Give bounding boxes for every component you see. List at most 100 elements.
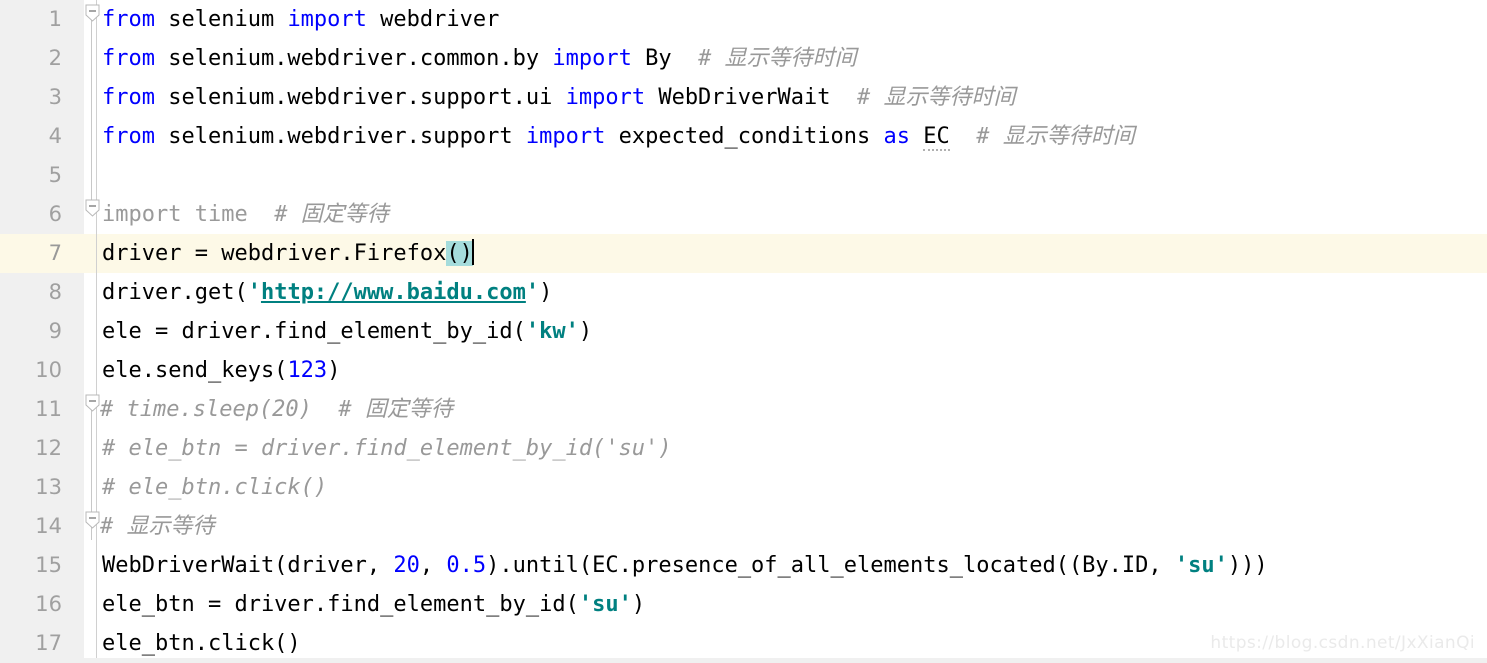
keyword-import: import <box>287 7 367 32</box>
number-literal-poll: 0.5 <box>446 553 487 578</box>
closing-parens: ))) <box>1227 553 1268 578</box>
line-number-current: 7 <box>48 241 62 265</box>
editor-row[interactable]: 2 from selenium.webdriver.common.by impo… <box>0 39 1487 78</box>
editor-row[interactable]: 10 ele.send_keys(123) <box>0 351 1487 390</box>
gutter-divider <box>96 0 97 663</box>
string-literal: 'kw' <box>525 319 579 344</box>
code-line-3[interactable]: from selenium.webdriver.support.ui impor… <box>102 78 1016 117</box>
alias-EC-unused-warning: EC <box>923 124 950 151</box>
fold-marker-line-1[interactable] <box>85 4 100 22</box>
call-expression: ele_btn = driver.find_element_by_id( <box>102 592 579 617</box>
keyword-import: import <box>525 124 606 149</box>
line-number: 11 <box>35 397 62 421</box>
separator: , <box>419 553 447 578</box>
line-number: 16 <box>35 592 62 616</box>
editor-row[interactable]: 15 WebDriverWait(driver, 20, 0.5).until(… <box>0 546 1487 585</box>
closing-paren: ) <box>631 592 646 617</box>
editor-row[interactable]: 12 # ele_btn = driver.find_element_by_id… <box>0 429 1487 468</box>
line-number: 3 <box>48 85 62 109</box>
code-line-4[interactable]: from selenium.webdriver.support import e… <box>102 117 1135 156</box>
module-path: selenium.webdriver.support.ui <box>154 85 566 110</box>
section-comment: # 显示等待 <box>100 514 215 539</box>
editor-row-current[interactable]: 7 driver = webdriver.Firefox() <box>0 234 1487 273</box>
editor-row[interactable]: 9 ele = driver.find_element_by_id('kw') <box>0 312 1487 351</box>
keyword-from: from <box>102 46 155 71</box>
editor-row[interactable]: 6 import time # 固定等待 <box>0 195 1487 234</box>
line-number: 10 <box>35 358 62 382</box>
line-number: 15 <box>35 553 62 577</box>
code-line-1[interactable]: from selenium import webdriver <box>102 0 499 39</box>
code-line-10[interactable]: ele.send_keys(123) <box>102 351 340 390</box>
editor-row[interactable]: 4 from selenium.webdriver.support import… <box>0 117 1487 156</box>
until-expression: ).until(EC.presence_of_all_elements_loca… <box>486 553 1175 578</box>
editor-row[interactable]: 5 <box>0 156 1487 195</box>
code-line-2[interactable]: from selenium.webdriver.common.by import… <box>102 39 857 78</box>
fold-collapse-icon <box>85 511 100 529</box>
assignment-expression: driver = webdriver.Firefox <box>102 241 447 266</box>
inline-comment: # 固定等待 <box>247 202 389 227</box>
line-number: 6 <box>48 202 62 226</box>
editor-row[interactable]: 8 driver.get('http://www.baidu.com') <box>0 273 1487 312</box>
line-number: 2 <box>48 46 62 70</box>
code-line-15[interactable]: WebDriverWait(driver, 20, 0.5).until(EC.… <box>102 546 1268 585</box>
editor-row[interactable]: 16 ele_btn = driver.find_element_by_id('… <box>0 585 1487 624</box>
number-literal: 123 <box>287 358 328 383</box>
url-hyperlink[interactable]: http://www.baidu.com <box>261 280 526 305</box>
module-path: selenium.webdriver.common.by <box>154 46 553 71</box>
fold-marker-line-6[interactable] <box>85 199 100 217</box>
code-line-13[interactable]: # ele_btn.click() <box>102 468 327 507</box>
code-line-14[interactable]: # 显示等待 <box>100 507 215 546</box>
line-number: 12 <box>35 436 62 460</box>
text-caret <box>471 239 474 265</box>
call-expression: ele_btn.click() <box>102 631 301 656</box>
number-literal-timeout: 20 <box>393 553 420 578</box>
fold-connector-line-top <box>91 14 92 206</box>
keyword-from: from <box>102 124 155 149</box>
fold-marker-line-11[interactable] <box>85 394 100 412</box>
inline-comment: # 显示等待时间 <box>830 85 1016 110</box>
code-line-12[interactable]: # ele_btn = driver.find_element_by_id('s… <box>102 429 672 468</box>
call-expression: WebDriverWait(driver, <box>102 553 394 578</box>
line-number: 5 <box>48 163 62 187</box>
module-path: selenium <box>154 7 288 32</box>
fold-marker-line-14[interactable] <box>85 511 100 529</box>
string-quote-open: ' <box>247 280 261 305</box>
call-expression: driver.get( <box>102 280 248 305</box>
code-line-9[interactable]: ele = driver.find_element_by_id('kw') <box>102 312 592 351</box>
line-number: 9 <box>48 319 62 343</box>
commented-out-code: # ele_btn = driver.find_element_by_id('s… <box>102 436 672 461</box>
code-line-8[interactable]: driver.get('http://www.baidu.com') <box>102 273 552 312</box>
editor-row[interactable]: 11 # time.sleep(20) # 固定等待 <box>0 390 1487 429</box>
editor-row[interactable]: 3 from selenium.webdriver.support.ui imp… <box>0 78 1487 117</box>
code-line-16[interactable]: ele_btn = driver.find_element_by_id('su'… <box>102 585 645 624</box>
imported-name: webdriver <box>366 7 500 32</box>
commented-out-code: # ele_btn.click() <box>102 475 328 500</box>
fold-collapse-icon <box>85 394 100 412</box>
keyword-from: from <box>102 85 155 110</box>
line-number: 8 <box>48 280 62 304</box>
commented-out-code: # time.sleep(20) # 固定等待 <box>100 397 453 422</box>
call-expression: ele.send_keys( <box>102 358 288 383</box>
closing-paren: ) <box>539 280 553 305</box>
keyword-from: from <box>102 7 155 32</box>
code-editor[interactable]: 1 from selenium import webdriver 2 from … <box>0 0 1487 663</box>
editor-row[interactable]: 14 # 显示等待 <box>0 507 1487 546</box>
closing-paren: ) <box>578 319 593 344</box>
keyword-as: as <box>883 124 911 149</box>
string-literal: 'su' <box>1174 553 1228 578</box>
editor-row[interactable]: 13 # ele_btn.click() <box>0 468 1487 507</box>
code-line-11[interactable]: # time.sleep(20) # 固定等待 <box>100 390 453 429</box>
unused-import-statement: import time <box>102 202 248 227</box>
module-path: selenium.webdriver.support <box>154 124 526 149</box>
code-line-7[interactable]: driver = webdriver.Firefox() <box>102 234 474 273</box>
fold-collapse-icon <box>85 199 100 217</box>
line-number: 4 <box>48 124 62 148</box>
matching-bracket-highlight: () <box>446 241 473 266</box>
line-number: 1 <box>48 7 62 31</box>
line-number: 13 <box>35 475 62 499</box>
code-line-6[interactable]: import time # 固定等待 <box>102 195 389 234</box>
closing-paren: ) <box>327 358 341 383</box>
imported-name: WebDriverWait <box>645 85 831 110</box>
editor-row[interactable]: 1 from selenium import webdriver <box>0 0 1487 39</box>
watermark: https://blog.csdn.net/JxXianQi <box>1210 633 1475 653</box>
